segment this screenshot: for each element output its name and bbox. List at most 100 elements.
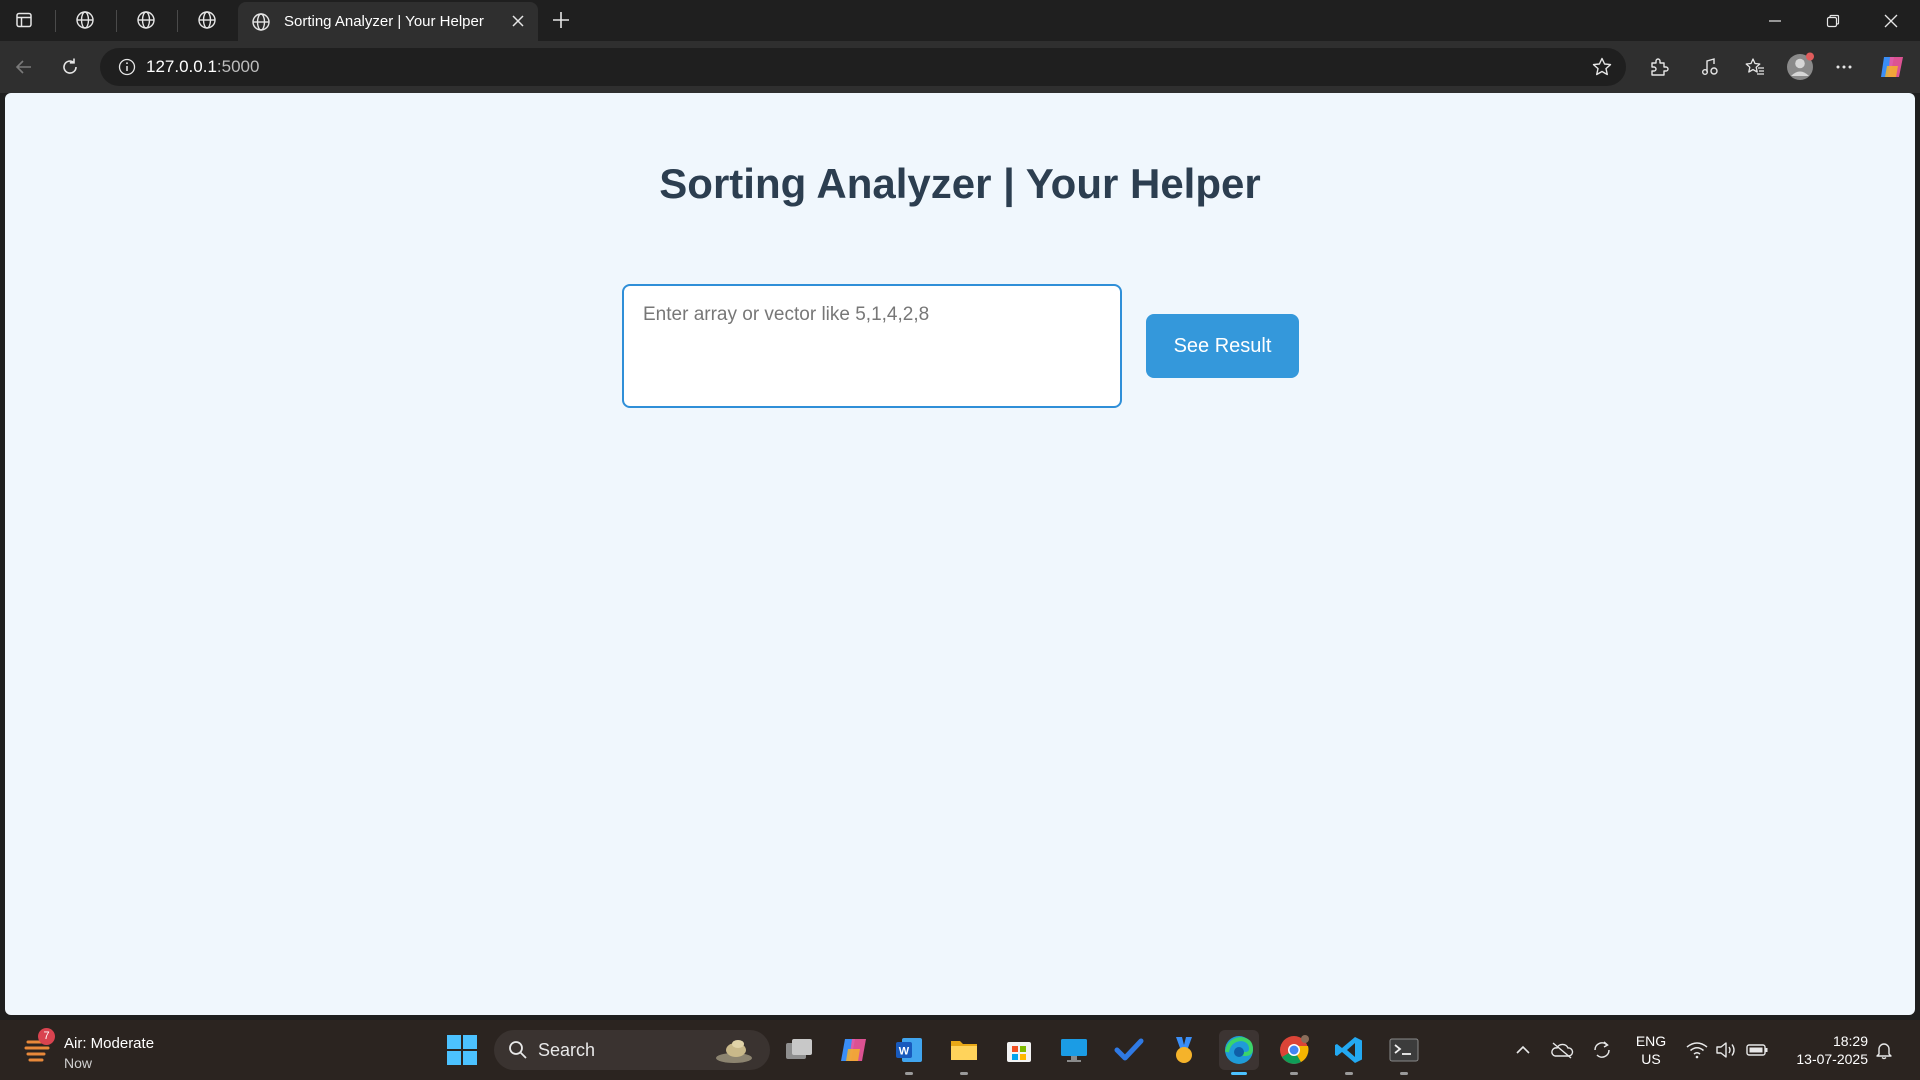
globe-icon [250,11,272,33]
store-icon [1007,1042,1031,1062]
favorites-list-icon [1745,58,1764,75]
chevron-up-icon [1516,1045,1530,1054]
taskbar-word[interactable]: W [889,1030,929,1075]
tray-volume[interactable] [1714,1038,1738,1062]
active-tab[interactable]: Sorting Analyzer | Your Helper [238,2,538,41]
globe-icon [198,11,216,29]
taskbar-microsoft-store[interactable] [999,1030,1039,1070]
taskbar-terminal[interactable] [1384,1030,1424,1075]
taskbar-chrome[interactable] [1274,1030,1314,1075]
monitor-icon [1061,1039,1087,1062]
back-arrow-icon [15,60,31,74]
close-icon [1884,14,1898,27]
more-options-button[interactable] [1826,49,1862,85]
tab-separator [116,10,117,32]
array-input[interactable] [622,284,1122,408]
weather-widget[interactable]: 7 Air: Moderate Now [24,1028,184,1072]
taskbar: 7 Air: Moderate Now Search W ENG US 18:2… [0,1020,1920,1080]
minimize-icon [1769,19,1781,22]
word-icon: W [896,1038,922,1062]
terminal-icon [1389,1038,1419,1062]
sync-icon [1594,1041,1610,1058]
url-port: :5000 [216,57,260,76]
pinned-tab-1[interactable] [67,6,103,34]
tray-battery[interactable] [1745,1038,1769,1062]
show-hidden-icons-button[interactable] [1511,1038,1535,1062]
search-highlight-icon [716,1040,752,1063]
puzzle-icon [1651,58,1669,76]
taskbar-vscode[interactable] [1329,1030,1369,1075]
weather-subtitle: Now [64,1055,93,1071]
medal-icon [1176,1037,1192,1063]
close-window-button[interactable] [1862,0,1920,41]
language-code: ENG [1635,1033,1667,1049]
checkmark-icon [1114,1038,1144,1061]
tray-wifi[interactable] [1685,1038,1709,1062]
taskbar-copilot[interactable] [834,1030,874,1070]
copilot-icon [841,1039,866,1061]
taskbar-edge[interactable] [1219,1030,1259,1075]
chrome-icon [1280,1035,1309,1064]
tab-separator [55,10,56,32]
speaker-icon [1716,1042,1735,1058]
weather-title: Air: Moderate [64,1035,155,1052]
tray-sync[interactable] [1590,1038,1614,1062]
taskbar-search-label: Search [538,1039,596,1060]
windows-logo-icon [447,1035,477,1065]
wifi-icon [1686,1042,1708,1059]
restore-button[interactable] [1804,0,1862,41]
copilot-button[interactable] [1874,49,1910,85]
favorites-button[interactable] [1737,49,1773,85]
see-result-button[interactable]: See Result [1146,314,1299,378]
taskbar-task-view[interactable] [779,1030,819,1070]
pinned-tab-2[interactable] [128,6,164,34]
avatar-icon [1787,52,1814,80]
running-indicator [1345,1072,1353,1075]
minimize-button[interactable] [1746,0,1804,41]
notification-center-button[interactable] [1872,1038,1896,1062]
extensions-button[interactable] [1641,49,1677,85]
taskbar-todo[interactable] [1109,1030,1149,1070]
profile-button[interactable] [1782,49,1818,85]
pinned-tab-3[interactable] [189,6,225,34]
sidebar-panel-icon [16,12,32,28]
taskbar-file-explorer[interactable] [944,1030,984,1075]
media-control-button[interactable] [1692,49,1728,85]
plus-icon [553,12,569,28]
refresh-button[interactable] [52,49,88,85]
page-viewport: Sorting Analyzer | Your Helper See Resul… [5,93,1915,1015]
site-info-icon[interactable] [108,58,146,76]
taskbar-search[interactable]: Search [494,1030,770,1070]
taskbar-medal-app[interactable] [1164,1030,1204,1070]
tab-separator [177,10,178,32]
music-note-icon [1702,58,1718,75]
start-button[interactable] [446,1034,478,1066]
weather-badge: 7 [38,1028,55,1045]
page-title: Sorting Analyzer | Your Helper [659,160,1261,207]
new-tab-button[interactable] [548,6,574,34]
running-indicator [1231,1072,1247,1075]
running-indicator [960,1072,968,1075]
back-button[interactable] [6,49,42,85]
running-indicator [1290,1072,1298,1075]
tab-strip: Sorting Analyzer | Your Helper [0,0,1920,41]
battery-icon [1746,1044,1768,1056]
tray-onedrive[interactable] [1550,1038,1574,1062]
globe-icon [76,11,94,29]
copilot-icon [1881,57,1903,77]
active-tab-title: Sorting Analyzer | Your Helper [284,13,484,30]
task-view-icon [786,1039,812,1059]
close-tab-icon[interactable] [508,11,528,31]
language-indicator[interactable]: ENG US [1634,1032,1668,1068]
favorite-star-icon[interactable] [1590,55,1614,79]
refresh-icon [63,58,77,74]
cloud-offline-icon [1551,1042,1574,1059]
taskbar-remote-desktop[interactable] [1054,1030,1094,1070]
ellipsis-icon [1836,65,1852,69]
clock-date: 13-07-2025 [1796,1051,1868,1067]
address-bar[interactable]: 127.0.0.1:5000 [100,48,1626,86]
url-host: 127.0.0.1 [146,57,217,76]
system-clock[interactable]: 18:29 13-07-2025 [1782,1032,1868,1068]
restore-icon [1826,14,1840,27]
tab-actions-button[interactable] [6,6,42,34]
